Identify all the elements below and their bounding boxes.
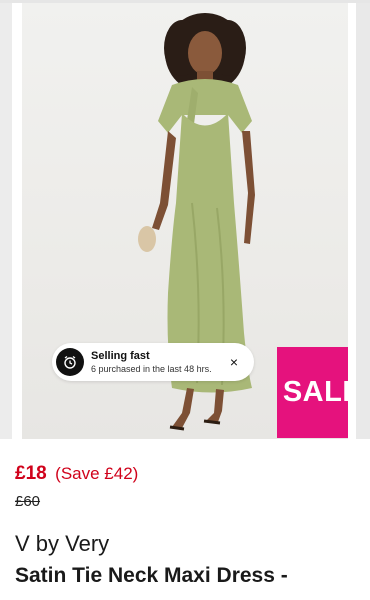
product-image[interactable]: Selling fast 6 purchased in the last 48 … (22, 3, 348, 439)
brand-name[interactable]: V by Very (15, 531, 109, 557)
previous-image-peek[interactable] (0, 3, 12, 439)
selling-fast-detail: 6 purchased in the last 48 hrs. (91, 364, 212, 374)
product-image-carousel[interactable]: Selling fast 6 purchased in the last 48 … (0, 3, 370, 439)
next-image-peek[interactable] (356, 3, 370, 439)
price-row: £18 (Save £42) (15, 463, 138, 485)
sale-badge: SALE (277, 347, 348, 438)
alarm-clock-icon (56, 348, 84, 376)
selling-fast-badge: Selling fast 6 purchased in the last 48 … (52, 343, 254, 381)
selling-fast-title: Selling fast (91, 350, 150, 362)
close-icon[interactable]: × (224, 352, 244, 372)
original-price: £60 (15, 493, 41, 510)
product-title: Satin Tie Neck Maxi Dress - (15, 564, 288, 587)
savings-text: (Save £42) (55, 464, 139, 483)
current-price: £18 (15, 463, 47, 484)
